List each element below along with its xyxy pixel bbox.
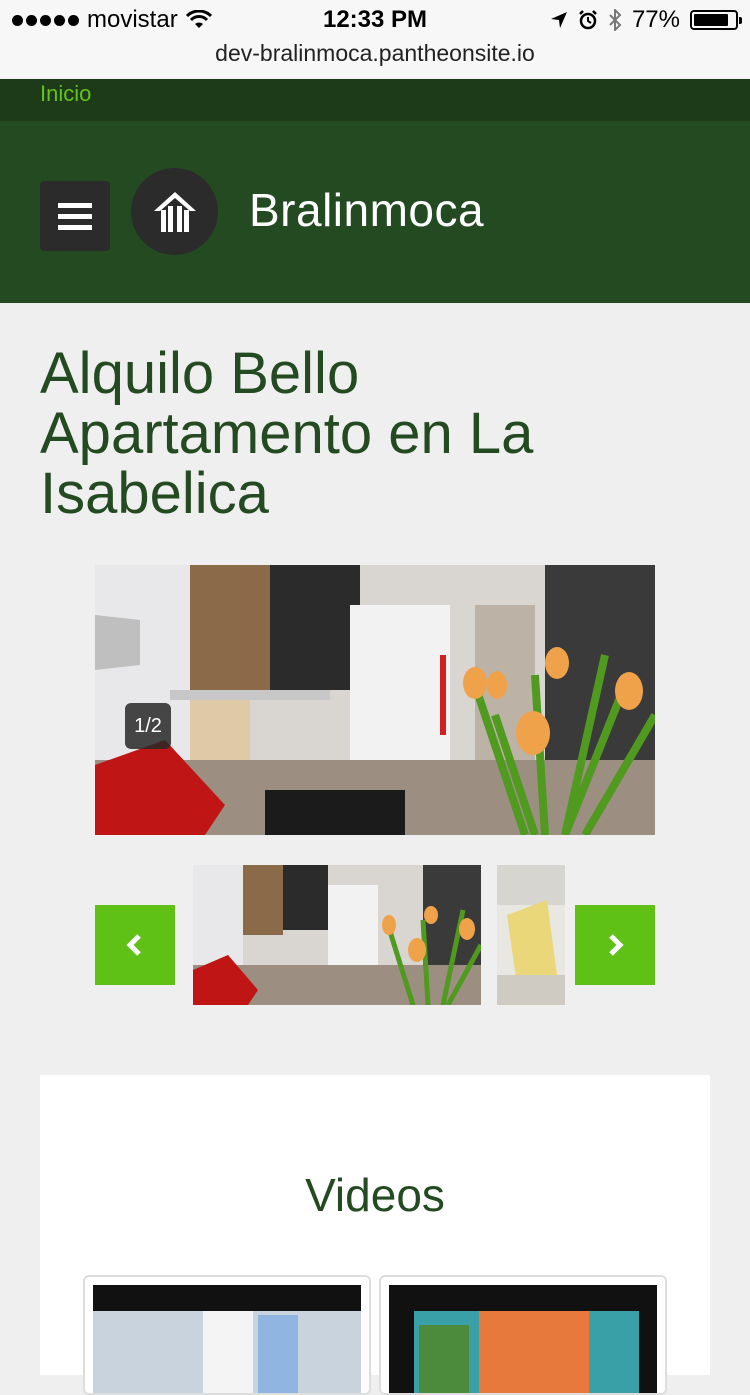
videos-heading: Videos [305,1169,445,1221]
gallery-thumbnail-2[interactable] [497,865,565,1005]
bedroom-thumbnail [497,865,565,1005]
gallery-prev-button[interactable] [95,905,175,985]
gallery-main-image[interactable]: 1/2 [95,565,655,835]
building-video-preview [93,1285,361,1393]
top-nav: Inicio [0,79,750,121]
house-icon [153,191,196,232]
site-logo[interactable] [131,168,218,255]
apartment-photo [95,565,655,835]
page-title: Alquilo Bello Apartamento en La Isabelic… [40,341,534,526]
chevron-right-icon [609,934,624,956]
battery-icon [690,10,742,30]
building-video-preview [389,1285,657,1393]
hamburger-menu-button[interactable] [40,181,110,251]
chevron-left-icon [126,934,141,956]
home-link[interactable]: Inicio [40,81,91,107]
status-right: 77% [550,6,742,34]
hamburger-icon [58,202,92,208]
apartment-thumbnail [193,865,481,1005]
battery-percent: 77% [631,6,680,33]
url-bar[interactable]: dev-bralinmoca.pantheonsite.io [0,40,750,67]
videos-section: Videos [40,1075,710,1395]
video-thumbnail-2[interactable] [379,1275,667,1395]
status-bar: movistar 12:33 PM 77% dev-bralinmoca.pan… [0,0,750,78]
location-arrow-icon [550,12,567,28]
site-header: Bralinmoca [0,121,750,303]
video-thumbnail-1[interactable] [83,1275,371,1395]
alarm-icon [579,10,597,30]
gallery-next-button[interactable] [575,905,655,985]
bluetooth-icon [609,9,622,31]
gallery-counter: 1/2 [125,703,171,749]
gallery-thumbnail-1[interactable] [193,865,481,1005]
site-name[interactable]: Bralinmoca [249,183,484,237]
